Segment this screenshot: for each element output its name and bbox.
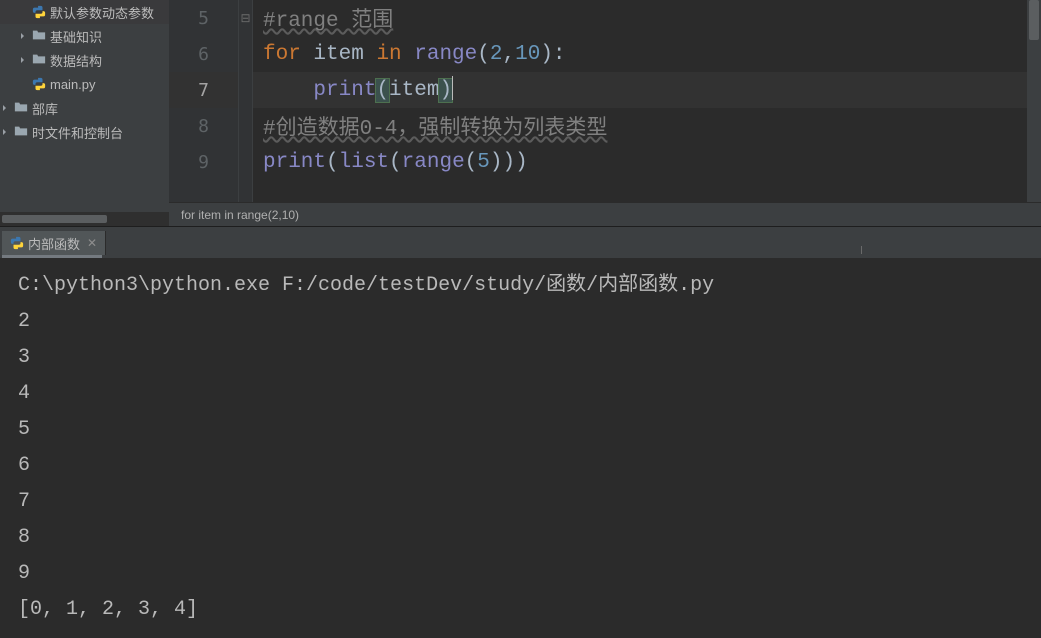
code-line[interactable]: print(list(range(5))) [253, 144, 1027, 180]
tree-item-label: 基础知识 [50, 27, 102, 46]
sidebar-h-scrollbar[interactable] [0, 212, 169, 226]
close-icon[interactable]: ✕ [87, 236, 97, 250]
python-icon [32, 5, 46, 19]
editor-pane: 56789 ⊟ #range 范围for item in range(2,10)… [169, 0, 1041, 226]
split-marker [861, 246, 862, 254]
tree-item[interactable]: 数据结构 [0, 48, 169, 72]
chevron-spacer [18, 79, 28, 89]
tree-item[interactable]: 部库 [0, 96, 169, 120]
code-lines[interactable]: #range 范围for item in range(2,10): print(… [253, 0, 1027, 202]
console-tab-bar: 内部函数 ✕ [0, 227, 1041, 255]
breadcrumb[interactable]: for item in range(2,10) [169, 202, 1041, 226]
code-line[interactable]: #range 范围 [253, 0, 1027, 36]
fold-toggle-icon[interactable]: ⊟ [240, 11, 250, 25]
editor-v-scrollbar[interactable] [1027, 0, 1041, 202]
console-tab-underline [0, 255, 1041, 258]
console-tab-label: 内部函数 [28, 234, 80, 253]
line-number-gutter[interactable]: 5 6 7 8 9 [169, 0, 239, 202]
chevron-right-icon[interactable] [0, 127, 10, 137]
sidebar-h-scrollbar-thumb[interactable] [2, 215, 107, 223]
project-tree[interactable]: 默认参数动态参数基础知识数据结构 main.py 部库时文件和控制台 [0, 0, 169, 212]
tree-item-label: main.py [50, 77, 96, 92]
code-line[interactable]: #创造数据0-4，强制转换为列表类型 [253, 108, 1027, 144]
line-number[interactable]: 7 [198, 80, 209, 101]
chevron-right-icon[interactable] [18, 31, 28, 41]
chevron-right-icon[interactable] [0, 103, 10, 113]
fold-column[interactable]: ⊟ [239, 0, 253, 202]
folder-icon [14, 100, 28, 117]
code-line[interactable]: for item in range(2,10): [253, 36, 1027, 72]
folder-icon [32, 28, 46, 45]
text-caret [452, 76, 453, 100]
tree-item-label: 默认参数动态参数 [50, 3, 154, 22]
tree-item-label: 部库 [32, 99, 58, 118]
python-icon [10, 236, 24, 250]
line-number[interactable]: 6 [198, 44, 209, 65]
tree-item[interactable]: 默认参数动态参数 [0, 0, 169, 24]
tree-item[interactable]: 基础知识 [0, 24, 169, 48]
console-output[interactable]: C:\python3\python.exe F:/code/testDev/st… [0, 258, 1041, 638]
upper-pane: 默认参数动态参数基础知识数据结构 main.py 部库时文件和控制台 5 6 7 8 9 ⊟… [0, 0, 1041, 227]
folder-icon [32, 52, 46, 69]
project-sidebar: 默认参数动态参数基础知识数据结构 main.py 部库时文件和控制台 [0, 0, 169, 226]
chevron-spacer [18, 7, 28, 17]
folder-icon [14, 124, 28, 141]
console-tab-underline-active [2, 255, 102, 258]
run-tool-window: 内部函数 ✕ C:\python3\python.exe F:/code/tes… [0, 227, 1041, 638]
breadcrumb-item[interactable]: for item in range(2,10) [181, 208, 299, 222]
line-number[interactable]: 9 [198, 152, 209, 173]
code-line[interactable]: print(item) [253, 72, 1027, 108]
tree-item-label: 时文件和控制台 [32, 123, 123, 142]
line-number[interactable]: 5 [198, 8, 209, 29]
tree-item[interactable]: 时文件和控制台 [0, 120, 169, 144]
python-icon [32, 77, 46, 91]
code-area[interactable]: 5 6 7 8 9 ⊟ #range 范围for item in range(2,10)… [169, 0, 1041, 202]
tree-item[interactable]: main.py [0, 72, 169, 96]
line-number[interactable]: 8 [198, 116, 209, 137]
tree-item-label: 数据结构 [50, 51, 102, 70]
console-tab[interactable]: 内部函数 ✕ [2, 231, 106, 255]
chevron-right-icon[interactable] [18, 55, 28, 65]
editor-v-scrollbar-thumb[interactable] [1029, 0, 1039, 40]
